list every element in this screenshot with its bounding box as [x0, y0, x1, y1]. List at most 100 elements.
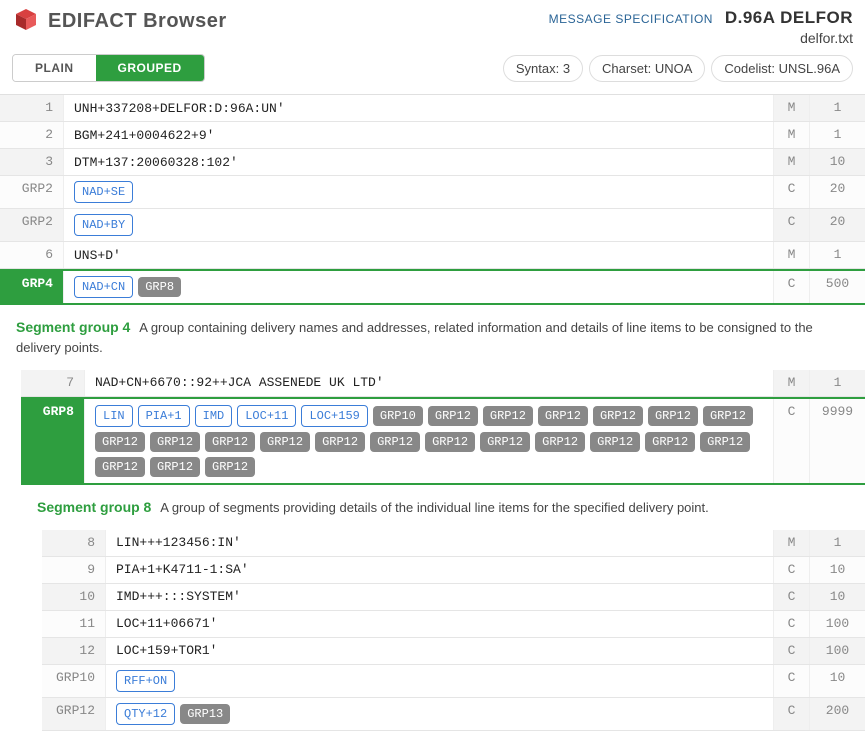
- spec-filename: delfor.txt: [549, 30, 853, 46]
- segment-tag[interactable]: PIA+1: [138, 405, 190, 427]
- app-title: EDIFACT Browser: [48, 10, 227, 33]
- info-pills: Syntax: 3 Charset: UNOA Codelist: UNSL.9…: [503, 55, 853, 82]
- tab-grouped[interactable]: GROUPED: [96, 55, 204, 81]
- group-tag[interactable]: GRP12: [480, 432, 530, 452]
- line-number: 6: [0, 242, 64, 268]
- group-tag[interactable]: GRP12: [95, 457, 145, 477]
- group-tag[interactable]: GRP13: [180, 704, 230, 724]
- segment-text: BGM+241+0004622+9': [64, 122, 773, 148]
- mc-col: C: [773, 399, 809, 483]
- rep-col: 1: [809, 530, 865, 556]
- group-tag[interactable]: GRP12: [150, 432, 200, 452]
- group-tag[interactable]: GRP12: [648, 406, 698, 426]
- segment-row[interactable]: 1 UNH+337208+DELFOR:D:96A:UN' M 1: [0, 95, 865, 122]
- group-tag[interactable]: GRP12: [95, 432, 145, 452]
- group-row-expanded[interactable]: GRP8 LINPIA+1IMDLOC+11LOC+159GRP10GRP12G…: [21, 397, 865, 485]
- group-tag[interactable]: GRP12: [700, 432, 750, 452]
- segment-row[interactable]: 3 DTM+137:20060328:102' M 10: [0, 149, 865, 176]
- line-number: 7: [21, 370, 85, 396]
- mc-col: M: [773, 370, 809, 396]
- segment-tag[interactable]: RFF+ON: [116, 670, 175, 692]
- group-row[interactable]: GRP2 NAD+SE C 20: [0, 176, 865, 209]
- group-tag[interactable]: GRP10: [373, 406, 423, 426]
- mc-col: C: [773, 611, 809, 637]
- group-description: Segment group 4 A group containing deliv…: [0, 305, 865, 370]
- segment-tag[interactable]: LOC+11: [237, 405, 296, 427]
- group-desc-title: Segment group 4: [16, 319, 130, 335]
- rep-col: 100: [809, 611, 865, 637]
- group-label: GRP12: [42, 698, 106, 730]
- spec-link[interactable]: MESSAGE SPECIFICATION: [549, 12, 713, 26]
- view-tabs: PLAIN GROUPED: [12, 54, 205, 82]
- group-tag[interactable]: GRP12: [593, 406, 643, 426]
- group-row[interactable]: GRP2 NAD+BY C 20: [0, 209, 865, 242]
- group-tag[interactable]: GRP12: [590, 432, 640, 452]
- group-desc-title: Segment group 8: [37, 499, 151, 515]
- segment-tag[interactable]: NAD+BY: [74, 214, 133, 236]
- group-row[interactable]: GRP12QTY+12GRP13C200: [42, 698, 865, 731]
- group-desc-text: A group containing delivery names and ad…: [16, 320, 813, 355]
- rep-col: 10: [809, 665, 865, 697]
- spec-version: D.96A DELFOR: [725, 8, 853, 27]
- mc-col: M: [773, 530, 809, 556]
- group-tag[interactable]: GRP12: [260, 432, 310, 452]
- segment-grid: 1 UNH+337208+DELFOR:D:96A:UN' M 1 2 BGM+…: [0, 94, 865, 731]
- group-tag[interactable]: GRP8: [138, 277, 181, 297]
- spec-block: MESSAGE SPECIFICATION D.96A DELFOR delfo…: [549, 8, 853, 46]
- group-label: GRP8: [21, 399, 85, 483]
- segment-row[interactable]: 9PIA+1+K4711-1:SA'C10: [42, 557, 865, 584]
- rep-col: 1: [809, 242, 865, 268]
- line-number: 8: [42, 530, 106, 556]
- mc-col: C: [773, 638, 809, 664]
- pill-syntax[interactable]: Syntax: 3: [503, 55, 583, 82]
- group-tag[interactable]: GRP12: [428, 406, 478, 426]
- segment-text: PIA+1+K4711-1:SA': [106, 557, 773, 583]
- group-tags-container: LINPIA+1IMDLOC+11LOC+159GRP10GRP12GRP12G…: [85, 399, 773, 483]
- group-row-expanded[interactable]: GRP4 NAD+CN GRP8 C 500: [0, 269, 865, 305]
- segment-tag[interactable]: IMD: [195, 405, 233, 427]
- rep-col: 10: [809, 557, 865, 583]
- segment-tag[interactable]: NAD+CN: [74, 276, 133, 298]
- segment-tag[interactable]: NAD+SE: [74, 181, 133, 203]
- group-tag[interactable]: GRP12: [315, 432, 365, 452]
- group-tag[interactable]: GRP12: [425, 432, 475, 452]
- segment-row[interactable]: 6 UNS+D' M 1: [0, 242, 865, 269]
- pill-charset[interactable]: Charset: UNOA: [589, 55, 705, 82]
- line-number: 12: [42, 638, 106, 664]
- segment-text: DTM+137:20060328:102': [64, 149, 773, 175]
- group-row[interactable]: GRP10 RFF+ON C10: [42, 665, 865, 698]
- segment-tag[interactable]: QTY+12: [116, 703, 175, 725]
- mc-col: M: [773, 149, 809, 175]
- rep-col: 20: [809, 209, 865, 241]
- rep-col: 9999: [809, 399, 865, 483]
- group-tag[interactable]: GRP12: [150, 457, 200, 477]
- segment-text: UNH+337208+DELFOR:D:96A:UN': [64, 95, 773, 121]
- segment-row[interactable]: 7 NAD+CN+6670::92++JCA ASSENEDE UK LTD' …: [21, 370, 865, 397]
- group-tag[interactable]: GRP12: [535, 432, 585, 452]
- pill-codelist[interactable]: Codelist: UNSL.96A: [711, 55, 853, 82]
- tab-plain[interactable]: PLAIN: [13, 55, 96, 81]
- segment-text: NAD+CN+6670::92++JCA ASSENEDE UK LTD': [85, 370, 773, 396]
- segment-tag[interactable]: LOC+159: [301, 405, 367, 427]
- segment-tag[interactable]: LIN: [95, 405, 133, 427]
- segment-row[interactable]: 10IMD+++:::SYSTEM'C10: [42, 584, 865, 611]
- rep-col: 1: [809, 95, 865, 121]
- mc-col: M: [773, 122, 809, 148]
- segment-row[interactable]: 12LOC+159+TOR1'C100: [42, 638, 865, 665]
- mc-col: C: [773, 665, 809, 697]
- group-tag[interactable]: GRP12: [370, 432, 420, 452]
- segment-row[interactable]: 2 BGM+241+0004622+9' M 1: [0, 122, 865, 149]
- rep-col: 1: [809, 122, 865, 148]
- group-tag[interactable]: GRP12: [645, 432, 695, 452]
- group-tag[interactable]: GRP12: [205, 457, 255, 477]
- group-desc-text: A group of segments providing details of…: [160, 500, 708, 515]
- group-tag[interactable]: GRP12: [483, 406, 533, 426]
- segment-row[interactable]: 11LOC+11+06671'C100: [42, 611, 865, 638]
- segment-text: LIN+++123456:IN': [106, 530, 773, 556]
- group-tag[interactable]: GRP12: [538, 406, 588, 426]
- group-tag[interactable]: GRP12: [703, 406, 753, 426]
- segment-row[interactable]: 8LIN+++123456:IN'M1: [42, 530, 865, 557]
- group-label: GRP10: [42, 665, 106, 697]
- line-number: 2: [0, 122, 64, 148]
- group-tag[interactable]: GRP12: [205, 432, 255, 452]
